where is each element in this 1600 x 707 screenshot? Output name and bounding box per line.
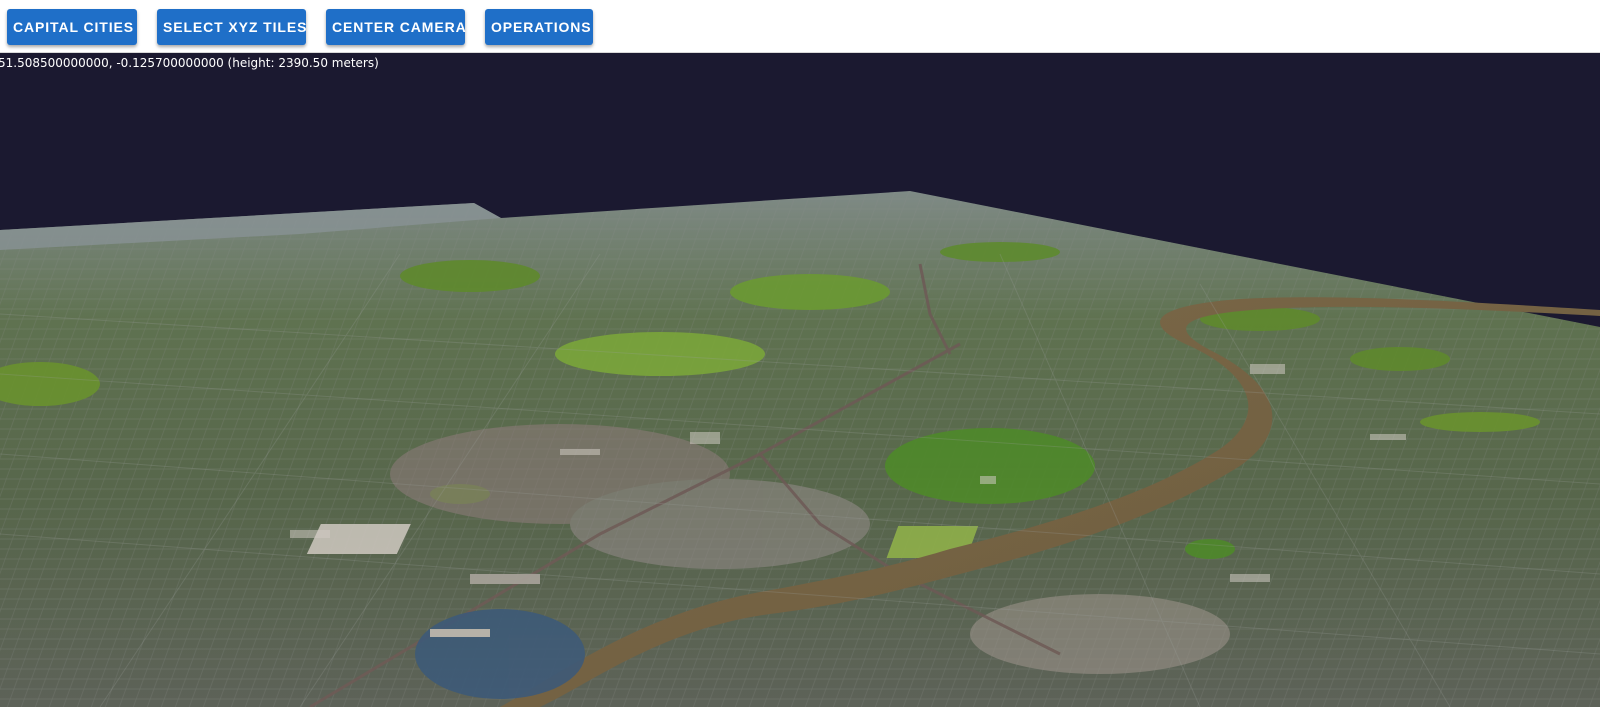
toolbar: CAPITAL CITIES SELECT XYZ TILES CENTER C… [0, 0, 1600, 53]
map-viewer[interactable]: 51.508500000000, -0.125700000000 (height… [0, 54, 1600, 707]
center-camera-button[interactable]: CENTER CAMERA [326, 9, 466, 45]
terrain-scene[interactable] [0, 54, 1600, 707]
select-xyz-tiles-button[interactable]: SELECT XYZ TILES [157, 9, 306, 45]
capital-cities-button[interactable]: CAPITAL CITIES [7, 9, 137, 45]
camera-coordinates-readout: 51.508500000000, -0.125700000000 (height… [0, 56, 379, 70]
operations-button[interactable]: OPERATIONS [485, 9, 593, 45]
